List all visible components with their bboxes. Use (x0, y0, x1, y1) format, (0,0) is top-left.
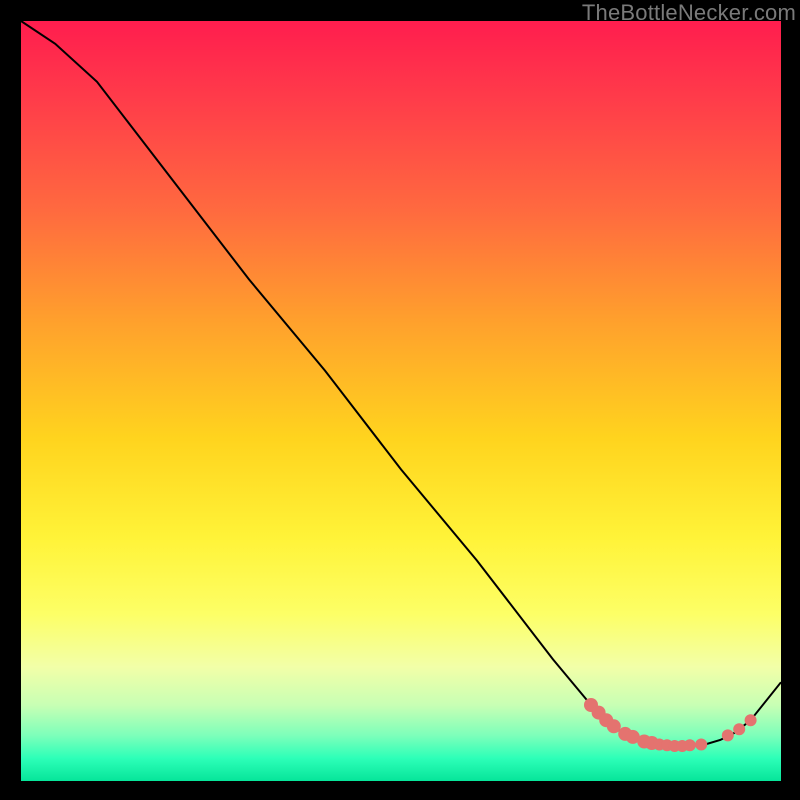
heatmap-gradient-background (21, 21, 781, 781)
chart-stage: TheBottleNecker.com (0, 0, 800, 800)
plot-area (21, 21, 781, 781)
attribution-text: TheBottleNecker.com (582, 0, 796, 26)
